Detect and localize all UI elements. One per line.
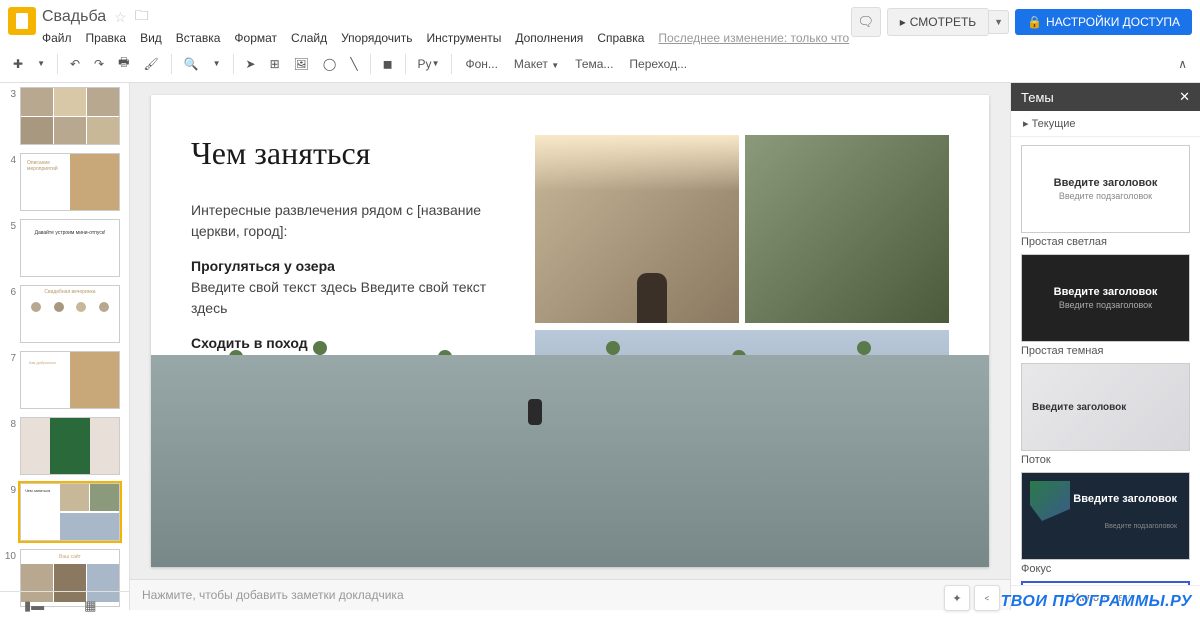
menu-addons[interactable]: Дополнения (515, 31, 583, 45)
undo-button[interactable]: ↶ (65, 53, 85, 75)
theme-simple-light[interactable]: Введите заголовокВведите подзаголовок Пр… (1021, 145, 1190, 248)
menu-insert[interactable]: Вставка (176, 31, 221, 45)
image-tool[interactable]: 🖼 (289, 53, 314, 75)
watermark: ТВОИ ПРОГРАММЫ.РУ (1001, 593, 1193, 611)
theme-button[interactable]: Тема... (569, 53, 619, 75)
section-2-heading: Сходить в поход (191, 335, 308, 351)
select-tool[interactable]: ➤ (241, 53, 261, 75)
grid-view-icon[interactable]: ▦ (84, 598, 96, 614)
speaker-notes[interactable]: Нажмите, чтобы добавить заметки докладчи… (130, 579, 1010, 610)
toolbar-overflow[interactable]: ∧ (1173, 53, 1192, 75)
themes-section-label: ▸ Текущие (1011, 111, 1200, 137)
document-title[interactable]: Свадьба (42, 8, 106, 26)
thumb-number: 4 (4, 153, 16, 166)
print-button[interactable]: 🖶 (113, 49, 134, 78)
menu-bar: Файл Правка Вид Вставка Формат Слайд Упо… (42, 31, 851, 45)
theme-focus[interactable]: Введите заголовокВведите подзаголовок Фо… (1021, 472, 1190, 575)
thumb-number: 9 (4, 483, 16, 496)
explore-button[interactable]: ✦ (944, 585, 970, 611)
themes-title: Темы (1021, 90, 1054, 105)
slide-thumb-9[interactable]: Чем заняться (20, 483, 120, 541)
background-button[interactable]: Фон... (459, 53, 503, 75)
thumb-number: 7 (4, 351, 16, 364)
shape-tool[interactable]: ◯ (318, 53, 341, 75)
present-button[interactable]: ▸ СМОТРЕТЬ (887, 8, 989, 36)
lang-button[interactable]: Ру ▼ (413, 53, 445, 75)
slide-image-2[interactable] (745, 135, 949, 323)
menu-format[interactable]: Формат (234, 31, 277, 45)
new-slide-dropdown[interactable]: ▼ (32, 55, 50, 72)
slide-thumb-7[interactable]: Как добраться (20, 351, 120, 409)
filmstrip[interactable]: 3 4 Описание мероприятий 5 Давайте устроим… (0, 83, 130, 610)
slide-thumb-3[interactable] (20, 87, 120, 145)
slide-thumb-4[interactable]: Описание мероприятий (20, 153, 120, 211)
themes-panel: Темы ✕ ▸ Текущие Введите заголовокВведит… (1010, 83, 1200, 610)
slide-thumb-6[interactable]: Свадебная вечеринка (20, 285, 120, 343)
menu-help[interactable]: Справка (597, 31, 644, 45)
slides-logo-icon[interactable] (8, 7, 36, 35)
last-edit-link[interactable]: Последнее изменение: только что (658, 31, 849, 45)
section-1-text: Введите свой текст здесь Введите свой те… (191, 279, 486, 316)
canvas: Чем заняться Интересные развлечения рядо… (130, 83, 1010, 610)
menu-view[interactable]: Вид (140, 31, 162, 45)
slide-canvas[interactable]: Чем заняться Интересные развлечения рядо… (151, 95, 989, 567)
folder-icon[interactable]: 🗀 (135, 5, 149, 29)
thumb-number: 10 (4, 549, 16, 562)
section-1-heading: Прогуляться у озера (191, 258, 335, 274)
slide-intro: Интересные развлечения рядом с [название… (191, 200, 525, 242)
filmstrip-view-icon[interactable]: ▮▬ (24, 598, 44, 614)
thumb-number: 8 (4, 417, 16, 430)
menu-slide[interactable]: Слайд (291, 31, 327, 45)
comment-tool[interactable]: ◼ (378, 53, 398, 75)
slide-image-3[interactable] (535, 330, 949, 526)
line-tool[interactable]: ╲ (345, 53, 362, 75)
present-dropdown[interactable]: ▼ (989, 10, 1009, 34)
menu-arrange[interactable]: Упорядочить (341, 31, 412, 45)
menu-edit[interactable]: Правка (86, 31, 127, 45)
zoom-button[interactable]: 🔍 (179, 53, 204, 75)
title-area: Свадьба ☆ 🗀 Файл Правка Вид Вставка Форм… (42, 5, 851, 45)
view-mode-bar: ▮▬ ▦ (0, 591, 130, 619)
layout-button[interactable]: Макет ▼ (508, 53, 565, 75)
main-area: 3 4 Описание мероприятий 5 Давайте устроим… (0, 83, 1200, 610)
transition-button[interactable]: Переход... (623, 53, 693, 75)
slide-thumb-8[interactable] (20, 417, 120, 475)
expand-button[interactable]: < (974, 585, 1000, 611)
slide-title[interactable]: Чем заняться (191, 135, 525, 172)
comments-button[interactable]: 🗨 (851, 7, 881, 37)
textbox-tool[interactable]: ⊞ (265, 53, 285, 75)
zoom-dropdown[interactable]: ▼ (208, 55, 226, 72)
header-bar: Свадьба ☆ 🗀 Файл Правка Вид Вставка Форм… (0, 0, 1200, 45)
new-slide-button[interactable]: ✚ (8, 53, 28, 75)
thumb-number: 5 (4, 219, 16, 232)
star-icon[interactable]: ☆ (114, 9, 127, 26)
slide-thumb-5[interactable]: Давайте устроим мини-отпуск! (20, 219, 120, 277)
slide-image-1[interactable] (535, 135, 739, 323)
thumb-number: 6 (4, 285, 16, 298)
paint-format-button[interactable]: 🖌 (138, 53, 163, 75)
menu-tools[interactable]: Инструменты (427, 31, 502, 45)
theme-flow[interactable]: Введите заголовок Поток (1021, 363, 1190, 466)
close-icon[interactable]: ✕ (1179, 89, 1190, 105)
menu-file[interactable]: Файл (42, 31, 72, 45)
toolbar: ✚ ▼ ↶ ↷ 🖶 🖌 🔍 ▼ ➤ ⊞ 🖼 ◯ ╲ ◼ Ру ▼ Фон... … (0, 45, 1200, 83)
share-button[interactable]: 🔒 НАСТРОЙКИ ДОСТУПА (1015, 9, 1192, 35)
redo-button[interactable]: ↷ (89, 53, 109, 75)
theme-simple-dark[interactable]: Введите заголовокВведите подзаголовок Пр… (1021, 254, 1190, 357)
thumb-number: 3 (4, 87, 16, 100)
